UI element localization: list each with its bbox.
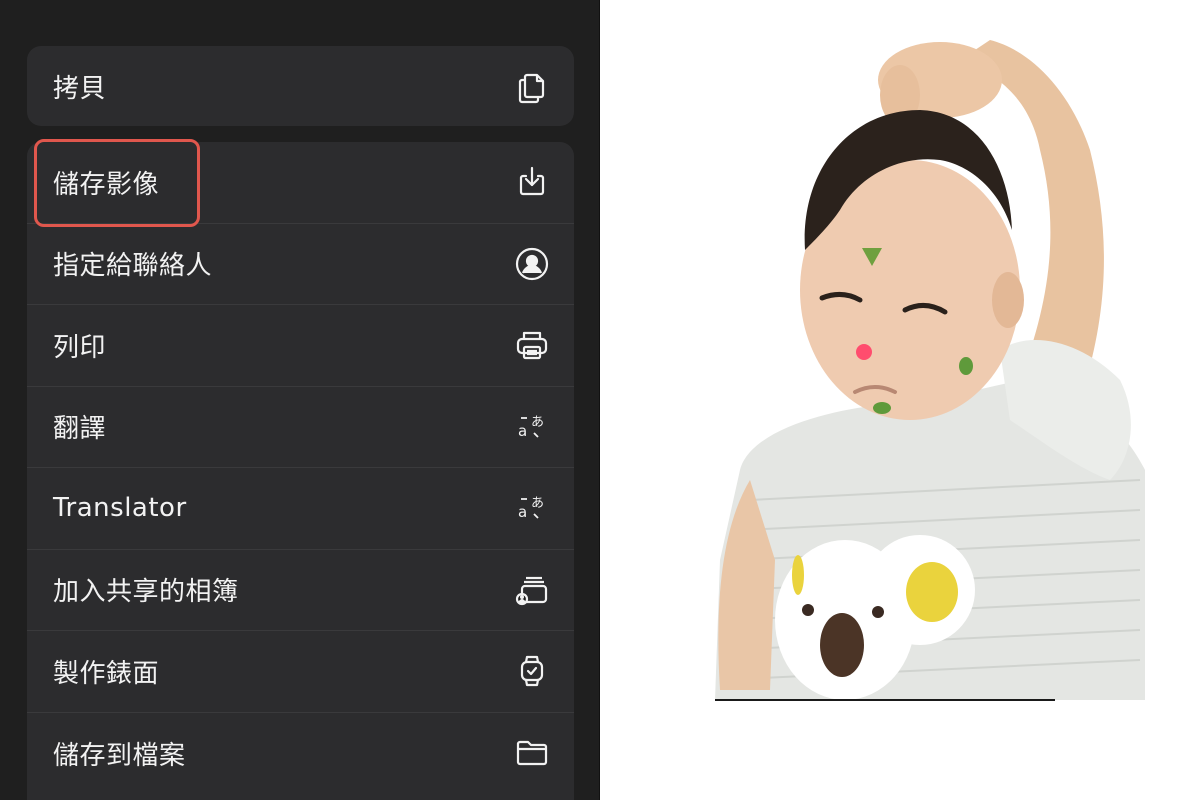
svg-text:a: a xyxy=(518,422,527,440)
translator-button[interactable]: Translator a あ xyxy=(27,468,574,550)
add-to-shared-album-label: 加入共享的相簿 xyxy=(53,577,239,608)
save-image-icon xyxy=(512,162,552,202)
translate-icon: a あ xyxy=(512,488,552,528)
copy-group: 拷貝 xyxy=(27,46,574,126)
folder-icon xyxy=(512,733,552,773)
add-to-shared-album-button[interactable]: 加入共享的相簿 xyxy=(27,550,574,631)
child-photo xyxy=(600,0,1200,800)
actions-group: 儲存影像 指定給聯絡人 列印 翻譯 a あ Translator a あ 加入共… xyxy=(27,142,574,800)
translate-label: 翻譯 xyxy=(53,414,107,445)
assign-to-contact-label: 指定給聯絡人 xyxy=(53,251,213,282)
translate-button[interactable]: 翻譯 a あ xyxy=(27,387,574,468)
copy-button[interactable]: 拷貝 xyxy=(27,46,574,126)
create-watch-face-label: 製作錶面 xyxy=(53,658,160,689)
assign-to-contact-button[interactable]: 指定給聯絡人 xyxy=(27,224,574,305)
translator-label: Translator xyxy=(53,493,187,524)
shared-album-icon xyxy=(512,570,552,610)
copy-icon xyxy=(512,67,552,107)
svg-text:あ: あ xyxy=(531,415,544,430)
contact-icon xyxy=(512,244,552,284)
save-image-button[interactable]: 儲存影像 xyxy=(27,142,574,224)
print-label: 列印 xyxy=(53,332,107,363)
create-watch-face-button[interactable]: 製作錶面 xyxy=(27,631,574,713)
child-illustration xyxy=(715,40,1145,701)
save-image-label: 儲存影像 xyxy=(53,169,160,200)
svg-text:あ: あ xyxy=(531,496,544,511)
translate-icon: a あ xyxy=(512,407,552,447)
svg-text:a: a xyxy=(518,503,527,521)
copy-label: 拷貝 xyxy=(53,74,107,105)
watch-face-icon xyxy=(512,651,552,691)
print-button[interactable]: 列印 xyxy=(27,305,574,387)
printer-icon xyxy=(512,325,552,365)
save-to-files-label: 儲存到檔案 xyxy=(53,740,186,771)
share-sheet-panel: 拷貝 儲存影像 指定給聯絡人 列印 翻譯 a あ Translator a あ … xyxy=(0,0,600,800)
save-to-files-button[interactable]: 儲存到檔案 xyxy=(27,713,574,795)
